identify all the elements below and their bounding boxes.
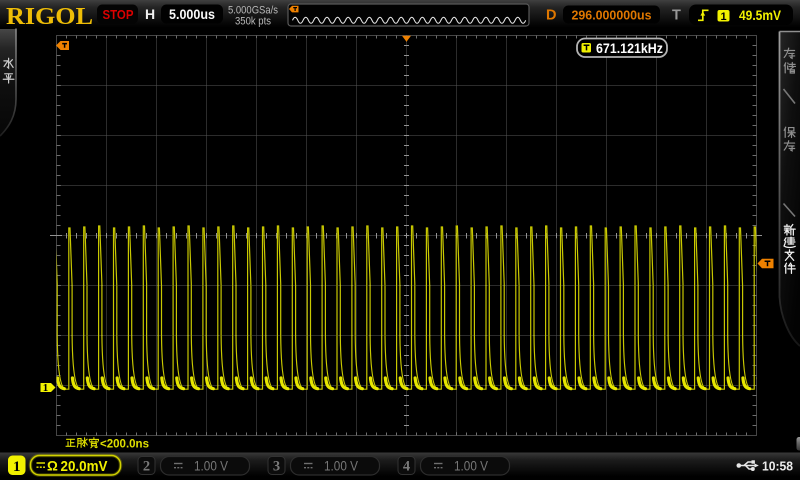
svg-text:1: 1 — [13, 459, 21, 475]
svg-text:296.000000us: 296.000000us — [572, 7, 652, 22]
svg-text:1.00 V: 1.00 V — [324, 458, 358, 473]
svg-text:5.000us: 5.000us — [169, 7, 215, 22]
svg-text:671.121kHz: 671.121kHz — [596, 41, 663, 56]
svg-text:1: 1 — [720, 11, 726, 23]
svg-text:Ω: Ω — [47, 459, 58, 474]
svg-text:<200.0ns: <200.0ns — [100, 439, 149, 451]
svg-text:H: H — [145, 6, 155, 22]
svg-text:3: 3 — [273, 459, 280, 475]
svg-text:2: 2 — [143, 459, 150, 475]
svg-text:D: D — [546, 8, 556, 24]
svg-text:350k pts: 350k pts — [235, 16, 271, 28]
svg-text:10:58: 10:58 — [762, 459, 793, 474]
svg-text:1: 1 — [43, 382, 49, 394]
svg-text:49.5mV: 49.5mV — [739, 8, 781, 23]
svg-text:T: T — [672, 8, 681, 24]
svg-text:1.00 V: 1.00 V — [454, 458, 488, 473]
svg-text:1.00 V: 1.00 V — [194, 458, 228, 473]
svg-text:20.0mV: 20.0mV — [61, 459, 108, 475]
svg-text:RIGOL: RIGOL — [6, 4, 93, 30]
svg-text:4: 4 — [403, 459, 410, 475]
svg-text:STOP: STOP — [103, 8, 134, 22]
